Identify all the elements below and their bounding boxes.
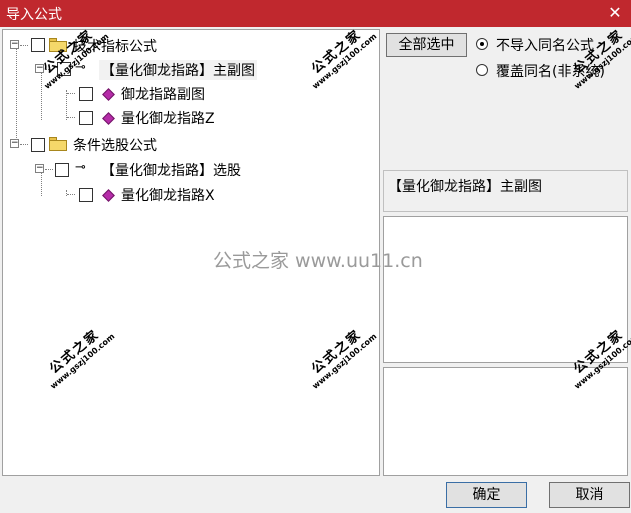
tree-line bbox=[66, 90, 67, 120]
key-icon: ⊸ bbox=[75, 60, 86, 75]
title-bar: 导入公式 ✕ bbox=[0, 0, 631, 27]
selected-formula-panel: 【量化御龙指路】主副图 bbox=[383, 170, 628, 212]
tree-node-label: 量化御龙指路Z bbox=[121, 111, 215, 127]
collapse-icon[interactable]: − bbox=[10, 139, 19, 148]
formula-icon bbox=[102, 88, 115, 101]
collapse-icon[interactable]: − bbox=[10, 40, 19, 49]
tree-node-label: 御龙指路副图 bbox=[121, 87, 205, 103]
tree-line bbox=[41, 170, 42, 196]
close-icon[interactable]: ✕ bbox=[605, 3, 625, 23]
collapse-icon[interactable]: − bbox=[35, 164, 44, 173]
cancel-button[interactable]: 取消 bbox=[549, 482, 630, 508]
tree-node-label: 条件选股公式 bbox=[73, 138, 157, 154]
node-checkbox[interactable] bbox=[55, 163, 69, 177]
node-checkbox[interactable] bbox=[79, 188, 93, 202]
skip-duplicates-radio[interactable] bbox=[476, 38, 488, 50]
formula-icon bbox=[102, 112, 115, 125]
folder-icon bbox=[49, 137, 67, 151]
node-checkbox[interactable] bbox=[31, 38, 45, 52]
skip-duplicates-label[interactable]: 不导入同名公式 bbox=[496, 35, 594, 55]
collapse-icon[interactable]: − bbox=[35, 64, 44, 73]
window-title: 导入公式 bbox=[6, 7, 62, 23]
tree-line bbox=[41, 70, 42, 120]
tree-node-label: 【量化御龙指路】选股 bbox=[101, 163, 241, 179]
node-checkbox[interactable] bbox=[79, 87, 93, 101]
formula-detail-box[interactable] bbox=[383, 367, 628, 476]
folder-icon bbox=[49, 38, 67, 52]
overwrite-duplicates-radio[interactable] bbox=[476, 64, 488, 76]
formula-description-box[interactable] bbox=[383, 216, 628, 363]
key-icon: ⊸ bbox=[75, 160, 86, 175]
tree-line bbox=[16, 44, 17, 144]
ok-button[interactable]: 确定 bbox=[446, 482, 527, 508]
tree-node-label: 【量化御龙指路】主副图 bbox=[99, 60, 257, 80]
tree-line bbox=[66, 190, 67, 196]
tree-node-label: 技术指标公式 bbox=[73, 39, 157, 55]
formula-icon bbox=[102, 189, 115, 202]
tree-node-label: 量化御龙指路X bbox=[121, 188, 215, 204]
node-checkbox[interactable] bbox=[31, 138, 45, 152]
node-checkbox[interactable] bbox=[57, 62, 71, 76]
select-all-button[interactable]: 全部选中 bbox=[386, 33, 467, 57]
formula-tree[interactable]: − 技术指标公式 − ⊸ 【量化御龙指路】主副图 御龙指路副图 量化御龙指路Z … bbox=[2, 29, 380, 476]
overwrite-duplicates-label[interactable]: 覆盖同名(非系统) bbox=[496, 61, 605, 81]
node-checkbox[interactable] bbox=[79, 111, 93, 125]
selected-formula-name: 【量化御龙指路】主副图 bbox=[388, 179, 542, 195]
